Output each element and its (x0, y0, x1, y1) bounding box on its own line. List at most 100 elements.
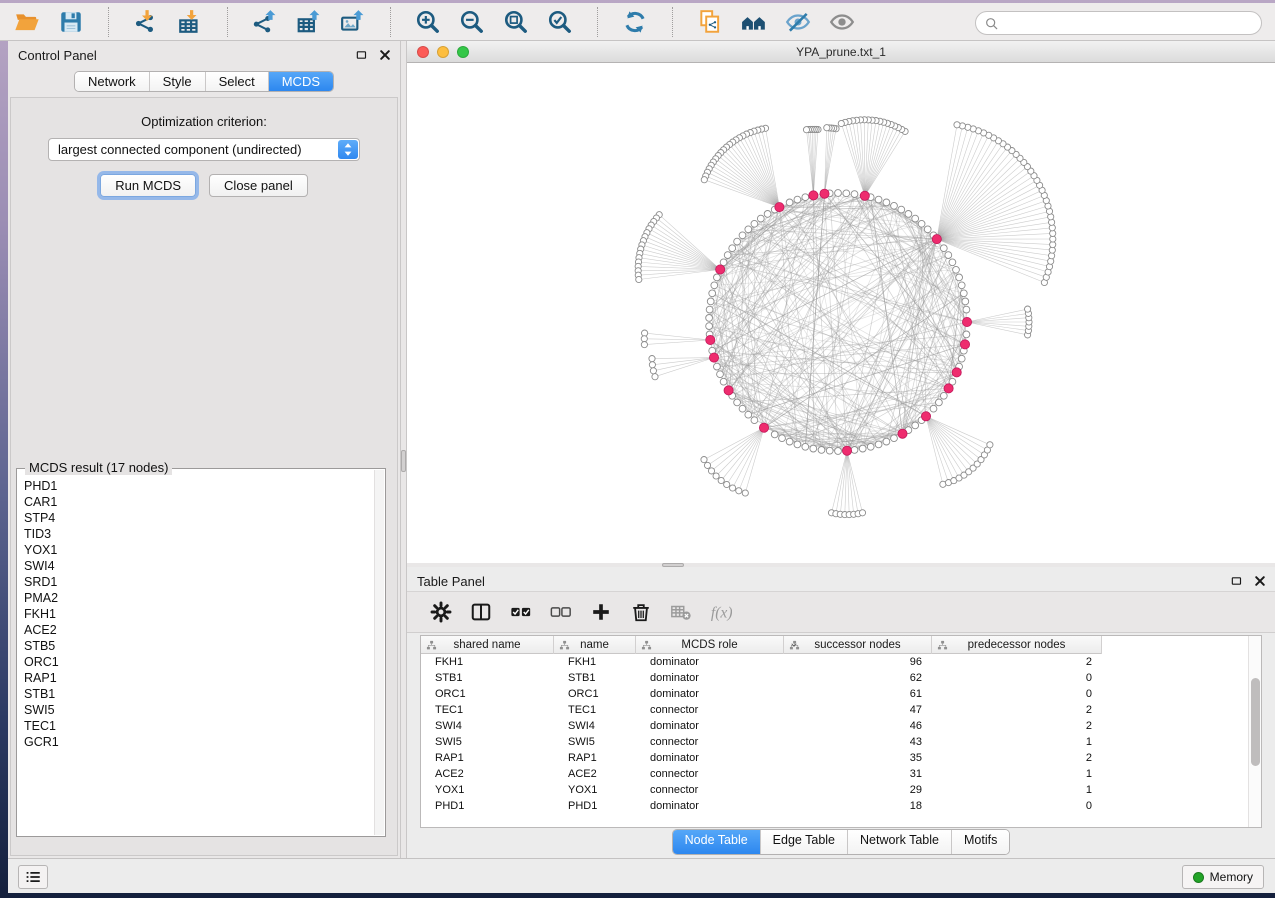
import-network-button[interactable] (131, 7, 161, 37)
mcds-result-node[interactable]: SRD1 (24, 574, 371, 590)
close-control-panel-button[interactable] (378, 48, 392, 62)
mcds-result-node[interactable]: ORC1 (24, 654, 371, 670)
column-header-MCDS-role[interactable]: MCDS role (636, 636, 784, 654)
refresh-network-button[interactable] (620, 7, 650, 37)
table-row[interactable]: STB1STB1dominator620 (421, 670, 1261, 686)
table-cell: connector (636, 734, 784, 750)
zoom-selected-button[interactable] (545, 7, 575, 37)
tab-network[interactable]: Network (75, 72, 150, 91)
mcds-result-node[interactable]: CAR1 (24, 494, 371, 510)
table-row[interactable]: PHD1PHD1dominator180 (421, 798, 1261, 814)
mcds-result-node[interactable]: GCR1 (24, 734, 371, 750)
table-scrollbar[interactable] (1248, 636, 1261, 827)
column-header-name[interactable]: name (554, 636, 636, 654)
memory-button[interactable]: Memory (1182, 865, 1264, 889)
mcds-result-node[interactable]: STB1 (24, 686, 371, 702)
network-window-titlebar[interactable]: YPA_prune.txt_1 (407, 41, 1275, 63)
status-bar: Memory (8, 858, 1275, 893)
table-settings-button[interactable] (429, 600, 453, 624)
float-panel-button[interactable] (355, 48, 369, 62)
table-tab-node-table[interactable]: Node Table (673, 830, 761, 854)
node-table-body: FKH1FKH1dominator962STB1STB1dominator620… (421, 654, 1261, 814)
zoom-out-button[interactable] (457, 7, 487, 37)
mcds-result-node[interactable]: STB5 (24, 638, 371, 654)
memory-status-dot (1193, 872, 1204, 883)
network-canvas[interactable] (407, 63, 1275, 563)
float-table-panel-button[interactable] (1230, 574, 1244, 588)
close-table-panel-button[interactable] (1253, 574, 1267, 588)
delete-columns-button[interactable] (629, 600, 653, 624)
import-table-button[interactable] (175, 7, 205, 37)
column-header-label: predecessor nodes (968, 639, 1066, 651)
function-builder-button[interactable]: f(x) (709, 600, 733, 624)
table-row[interactable]: SWI5SWI5connector431 (421, 734, 1261, 750)
tab-select[interactable]: Select (206, 72, 269, 91)
vertical-splitter[interactable] (400, 41, 407, 858)
main-toolbar-items (12, 3, 857, 40)
first-neighbors-button[interactable] (739, 7, 769, 37)
mcds-result-node[interactable]: RAP1 (24, 670, 371, 686)
export-table-button[interactable] (294, 7, 324, 37)
close-panel-button[interactable]: Close panel (209, 174, 308, 197)
mcds-result-box: MCDS result (17 nodes) PHD1CAR1STP4TID3Y… (16, 468, 386, 837)
network-graph (407, 63, 1275, 563)
tab-style[interactable]: Style (150, 72, 206, 91)
mcds-result-node[interactable]: STP4 (24, 510, 371, 526)
mcds-result-node[interactable]: YOX1 (24, 542, 371, 558)
add-column-button[interactable] (589, 600, 613, 624)
export-image-button[interactable] (338, 7, 368, 37)
table-row[interactable]: FKH1FKH1dominator962 (421, 654, 1261, 670)
table-row[interactable]: ACE2ACE2connector311 (421, 766, 1261, 782)
table-cell: dominator (636, 654, 784, 670)
search-box[interactable] (975, 11, 1262, 35)
zoom-in-button[interactable] (413, 7, 443, 37)
export-table-icon (296, 9, 322, 35)
mcds-result-node[interactable]: SWI4 (24, 558, 371, 574)
table-cell: 2 (932, 718, 1102, 734)
table-tab-network-table[interactable]: Network Table (848, 830, 952, 854)
mcds-result-scrollbar[interactable] (374, 470, 384, 835)
optimization-criterion-select[interactable]: largest connected component (undirected) (48, 138, 360, 161)
table-row[interactable]: RAP1RAP1dominator352 (421, 750, 1261, 766)
table-tabs: Node TableEdge TableNetwork TableMotifs (672, 829, 1011, 855)
table-scrollbar-thumb[interactable] (1251, 678, 1260, 766)
duplicate-network-button[interactable] (695, 7, 725, 37)
mcds-result-node[interactable]: ACE2 (24, 622, 371, 638)
show-all-button[interactable] (827, 7, 857, 37)
table-row[interactable]: ORC1ORC1dominator610 (421, 686, 1261, 702)
run-mcds-button[interactable]: Run MCDS (100, 174, 196, 197)
column-layout-button[interactable] (469, 600, 493, 624)
deselect-all-rows-button[interactable] (549, 600, 573, 624)
hide-selected-button[interactable] (783, 7, 813, 37)
mcds-result-node[interactable]: PHD1 (24, 478, 371, 494)
mcds-result-node[interactable]: TID3 (24, 526, 371, 542)
mcds-result-node[interactable]: TEC1 (24, 718, 371, 734)
delete-table-button[interactable] (669, 600, 693, 624)
zoom-out-icon (459, 9, 485, 35)
table-cell: connector (636, 782, 784, 798)
zoom-fit-button[interactable] (501, 7, 531, 37)
save-session-button[interactable] (56, 7, 86, 37)
export-network-button[interactable] (250, 7, 280, 37)
column-header-predecessor-nodes[interactable]: predecessor nodes (932, 636, 1102, 654)
column-header-successor-nodes[interactable]: successor nodes (784, 636, 932, 654)
table-tab-motifs[interactable]: Motifs (952, 830, 1009, 854)
table-row[interactable]: SWI4SWI4dominator462 (421, 718, 1261, 734)
network-window-title: YPA_prune.txt_1 (407, 45, 1275, 59)
deselect-all-icon (550, 601, 572, 623)
vertical-splitter-handle[interactable] (401, 450, 406, 472)
mcds-result-node[interactable]: FKH1 (24, 606, 371, 622)
export-image-icon (340, 9, 366, 35)
select-all-rows-button[interactable] (509, 600, 533, 624)
window-restore-icon (1230, 574, 1244, 588)
table-tab-edge-table[interactable]: Edge Table (761, 830, 848, 854)
column-header-shared-name[interactable]: shared name (421, 636, 554, 654)
mcds-result-node[interactable]: PMA2 (24, 590, 371, 606)
table-row[interactable]: TEC1TEC1connector472 (421, 702, 1261, 718)
panel-list-button[interactable] (18, 865, 48, 889)
table-row[interactable]: YOX1YOX1connector291 (421, 782, 1261, 798)
tab-mcds[interactable]: MCDS (269, 72, 333, 91)
mcds-result-node[interactable]: SWI5 (24, 702, 371, 718)
open-session-button[interactable] (12, 7, 42, 37)
search-input[interactable] (1004, 14, 1253, 32)
